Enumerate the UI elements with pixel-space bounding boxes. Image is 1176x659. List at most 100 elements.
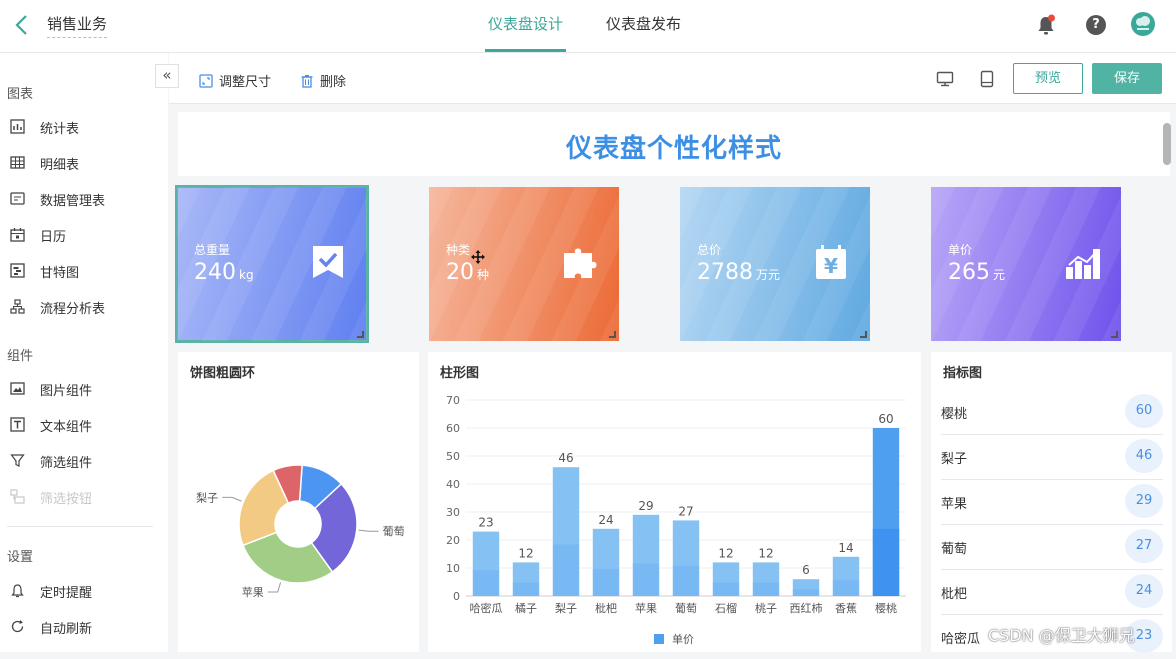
check-badge-icon (313, 246, 343, 278)
tab-dashboard-design[interactable]: 仪表盘设计 (484, 0, 567, 52)
detail-table-icon (10, 156, 25, 169)
kpi-value: 265 (948, 260, 990, 285)
x-tick-label: 梨子 (555, 601, 577, 615)
x-tick-label: 葡萄 (675, 602, 697, 615)
back-arrow-icon[interactable] (12, 12, 34, 38)
bar[interactable] (552, 467, 580, 596)
sidebar-item-label: 文本组件 (40, 420, 93, 435)
sidebar-item-label: 定时提醒 (40, 586, 93, 601)
bar-chart: 0 10 20 30 40 50 60 70 23 哈密瓜 12 橘子 46 梨子 24 枇杷 29 苹果 27 葡萄… (446, 394, 906, 646)
bar[interactable] (752, 562, 780, 596)
sidebar-item-label: 图片组件 (40, 384, 93, 399)
canvas-scrollbar[interactable] (1163, 123, 1171, 165)
bar[interactable] (672, 520, 700, 596)
kpi-card-unit-price[interactable]: 单价 265 元 (931, 187, 1121, 341)
y-tick-label: 70 (446, 394, 460, 407)
kpi-card-total-price[interactable]: 总价 2788 万元 ¥ (680, 187, 870, 341)
index-value: 60 (1125, 394, 1163, 428)
sidebar-item-image-component[interactable]: 图片组件 (10, 378, 160, 400)
bar[interactable] (472, 531, 500, 596)
desktop-view-icon[interactable] (936, 70, 954, 88)
bar-chart-icon (1066, 249, 1100, 279)
save-button[interactable]: 保存 (1092, 63, 1162, 94)
bar-base (872, 528, 900, 596)
x-tick-label: 哈密瓜 (470, 601, 503, 615)
app-title[interactable]: 销售业务 (47, 13, 108, 38)
x-tick-label: 香蕉 (835, 602, 857, 615)
dashboard-title: 仪表盘个性化样式 (565, 134, 782, 164)
help-icon[interactable]: ? (1086, 15, 1106, 35)
image-icon (10, 382, 25, 395)
cloud-avatar-icon (1136, 16, 1150, 30)
bar[interactable] (632, 514, 660, 596)
tab-dashboard-publish[interactable]: 仪表盘发布 (606, 0, 681, 52)
sidebar-item-detail-table[interactable]: 明细表 (10, 152, 160, 174)
index-panel[interactable]: 指标图 樱桃 60 梨子 46 苹果 29 葡萄 27 枇杷 24 哈密瓜 23 (931, 352, 1172, 653)
delete-button[interactable]: 删除 (300, 71, 346, 90)
sidebar-item-label: 筛选按钮 (40, 492, 93, 507)
sidebar-item-calendar[interactable]: 日历 (10, 224, 160, 246)
sidebar-item-gantt[interactable]: 甘特图 (10, 260, 160, 282)
kpi-value: 20 (446, 260, 474, 285)
sidebar-item-scheduled-reminder[interactable]: 定时提醒 (10, 580, 160, 602)
avatar[interactable] (1131, 12, 1155, 36)
kpi-unit: 种 (477, 268, 490, 282)
sidebar-item-filter-component[interactable]: 筛选组件 (10, 450, 160, 472)
preview-button[interactable]: 预览 (1013, 63, 1083, 94)
kpi-label: 种类 (446, 243, 471, 257)
sidebar-item-stats-table[interactable]: 统计表 (10, 116, 160, 138)
y-tick-label: 20 (446, 534, 460, 547)
bar-base (552, 544, 580, 596)
index-row: 葡萄 27 (941, 525, 1163, 570)
kpi-label: 单价 (948, 243, 973, 257)
x-tick-label: 枇杷 (595, 601, 617, 615)
x-tick-label: 苹果 (635, 601, 657, 615)
top-bar: 销售业务 仪表盘设计 仪表盘发布 ? (0, 0, 1176, 53)
legend-label[interactable]: 单价 (672, 633, 694, 646)
bar-value-label: 23 (478, 516, 493, 530)
bar[interactable] (792, 579, 820, 596)
sidebar-item-text-component[interactable]: 文本组件 (10, 414, 160, 436)
index-row: 枇杷 24 (941, 570, 1163, 615)
resize-button[interactable]: 调整尺寸 (199, 71, 271, 90)
sidebar-divider (7, 526, 153, 527)
pie-panel[interactable]: 饼图粗圆环 葡萄 苹果 梨子 (178, 352, 419, 652)
bar[interactable] (832, 556, 860, 596)
bar[interactable] (872, 428, 900, 596)
index-row: 苹果 29 (941, 480, 1163, 525)
filter-icon (10, 454, 25, 467)
tablet-view-icon[interactable] (978, 70, 996, 88)
flow-icon (10, 299, 25, 314)
kpi-value: 2788 (697, 260, 753, 285)
bar[interactable] (512, 562, 540, 596)
bar-base (592, 569, 620, 596)
collapse-sidebar-button[interactable]: « (155, 64, 179, 88)
bar-value-label: 46 (558, 451, 573, 465)
index-name: 樱桃 (941, 407, 968, 422)
text-icon (10, 417, 25, 432)
bell-icon[interactable] (1034, 13, 1058, 37)
kpi-card-varieties[interactable]: 种类 20 种 (429, 187, 619, 341)
bar-base (672, 565, 700, 596)
bar-panel[interactable]: 柱形图 0 10 20 30 40 50 60 70 23 哈密瓜 12 橘子 46 梨子 24 枇杷 29 苹果… (428, 352, 921, 652)
sidebar-item-data-manage[interactable]: 数据管理表 (10, 188, 160, 210)
bar-value-label: 24 (598, 513, 613, 527)
bar-value-label: 27 (678, 504, 693, 518)
filter-button-icon (10, 489, 25, 504)
trash-icon (301, 75, 313, 88)
bar-base (712, 582, 740, 596)
move-cursor-icon (471, 250, 485, 264)
dashboard-title-card[interactable]: 仪表盘个性化样式 (178, 112, 1170, 176)
x-tick-label: 橘子 (515, 602, 537, 615)
kpi-unit: 元 (993, 268, 1006, 282)
sidebar-item-auto-refresh[interactable]: 自动刷新 (10, 616, 160, 638)
bar[interactable] (712, 562, 740, 596)
index-value: 29 (1125, 484, 1163, 518)
kpi-card-total-weight[interactable]: 总重量 240 kg (175, 185, 369, 343)
pie-label: 梨子 (196, 490, 218, 504)
bar[interactable] (592, 528, 620, 596)
y-tick-label: 30 (446, 506, 460, 519)
sidebar-item-flow-analysis[interactable]: 流程分析表 (10, 296, 160, 318)
kpi-label: 总重量 (194, 243, 231, 257)
index-title: 指标图 (943, 366, 983, 381)
